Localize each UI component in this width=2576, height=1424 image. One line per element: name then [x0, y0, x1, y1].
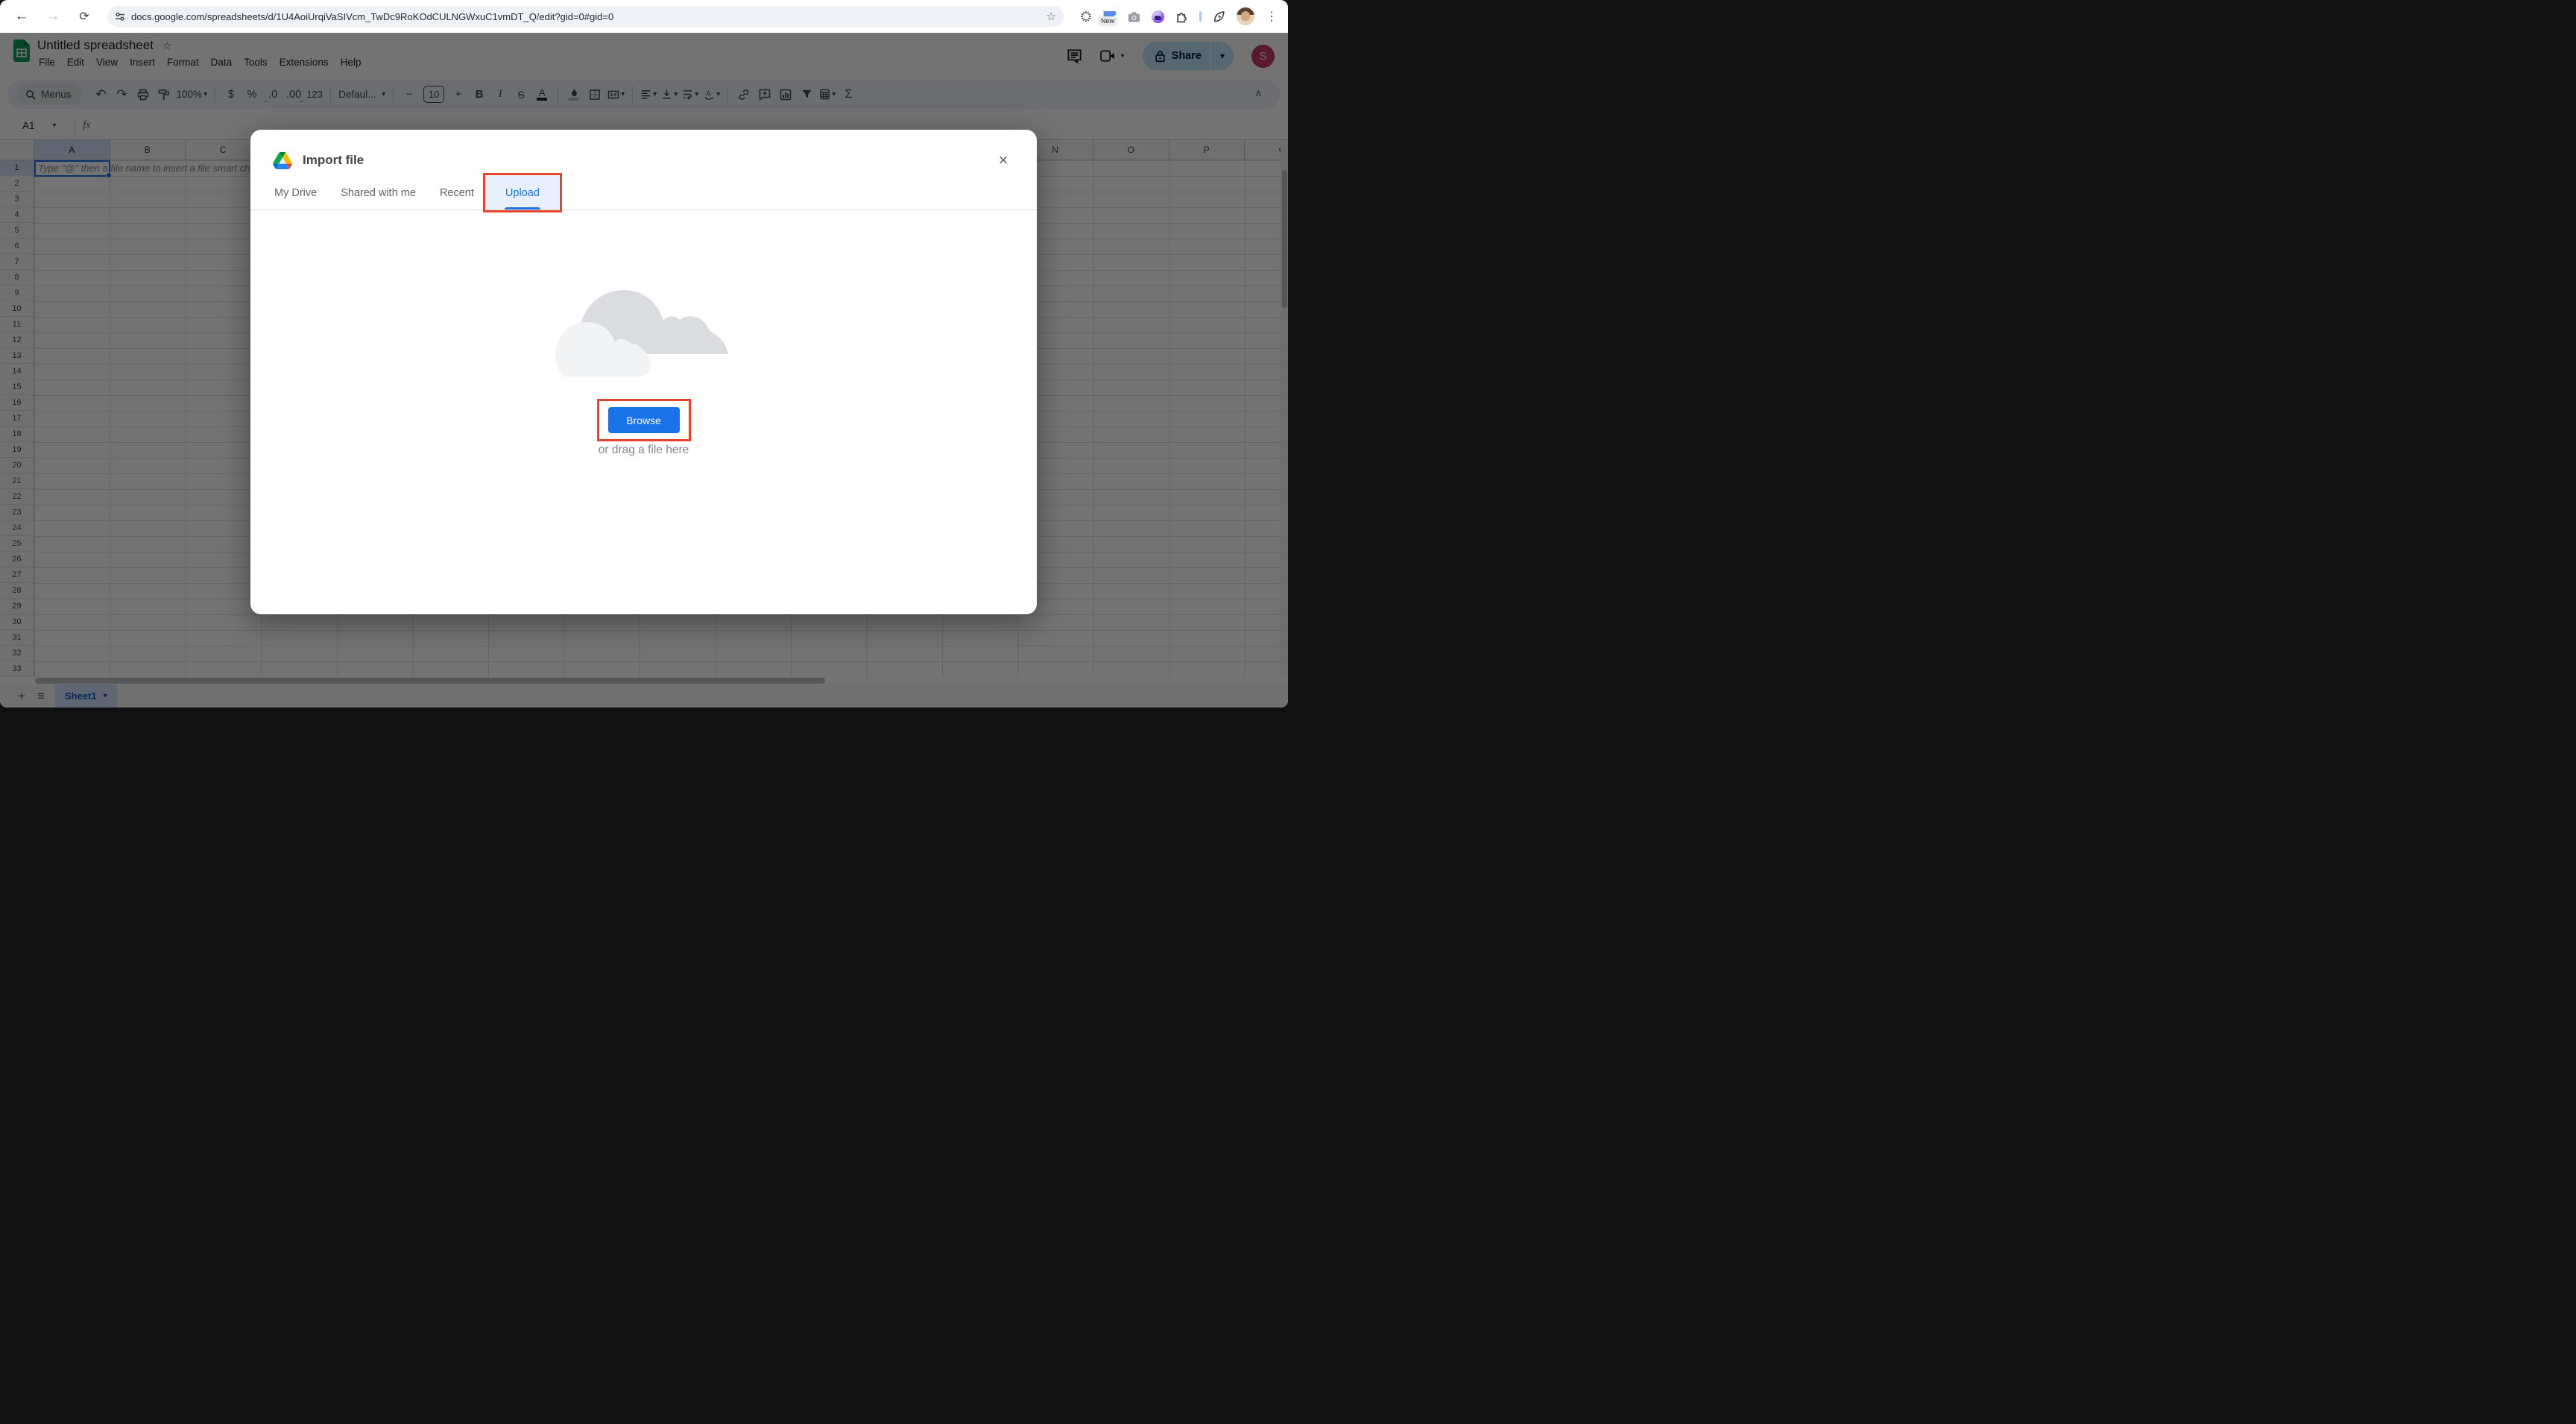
browser-menu-icon[interactable]: ⋮ [1266, 9, 1278, 24]
puzzle-extensions-icon[interactable] [1175, 10, 1188, 23]
profile-avatar[interactable] [1237, 7, 1254, 25]
camera-extension-icon[interactable] [1128, 11, 1140, 22]
tab-upload[interactable]: Upload [486, 176, 559, 209]
cloud-illustration-icon [555, 263, 733, 379]
import-file-dialog: Import file × My Drive Shared with me Rece… [250, 130, 1037, 614]
reload-icon[interactable]: ⟳ [73, 5, 95, 28]
address-bar[interactable]: docs.google.com/spreadsheets/d/1U4AoiUrq… [107, 6, 1064, 27]
new-badge: New [1099, 16, 1117, 25]
close-icon[interactable]: × [992, 149, 1014, 171]
bookmark-star-icon[interactable]: ☆ [1046, 10, 1056, 23]
drag-hint-text: or drag a file here [599, 444, 689, 457]
url-text[interactable]: docs.google.com/spreadsheets/d/1U4AoiUrq… [131, 11, 1041, 22]
battery-saver-leaf-icon[interactable] [1213, 10, 1225, 23]
tab-label: My Drive [274, 187, 317, 199]
dialog-tabs: My Drive Shared with me Recent Upload [250, 176, 1037, 210]
tab-my-drive[interactable]: My Drive [262, 176, 329, 209]
tab-group-divider [1199, 11, 1202, 22]
dialog-body: Browse or drag a file here [250, 210, 1037, 565]
drive-logo-icon [273, 152, 292, 169]
active-tab-underline [505, 207, 540, 209]
new-tab-extension-icon[interactable]: New [1103, 10, 1117, 22]
screen: ← → ⟳ docs.google.com/spreadsheets/d/1U4… [0, 0, 1288, 712]
back-icon[interactable]: ← [10, 5, 33, 28]
forward-icon: → [42, 5, 64, 28]
extensions-area: New [1080, 7, 1278, 25]
dialog-header: Import file × [250, 130, 1037, 171]
tab-label: Upload [505, 187, 540, 199]
tab-recent[interactable]: Recent [428, 176, 486, 209]
purple-extension-icon[interactable] [1152, 10, 1164, 23]
browse-button[interactable]: Browse [608, 407, 680, 433]
tab-shared-with-me[interactable]: Shared with me [329, 176, 428, 209]
dialog-title: Import file [303, 153, 364, 168]
tune-icon[interactable] [115, 11, 125, 22]
browse-annotation-box: Browse [597, 399, 691, 441]
desktop-edge [0, 708, 1288, 712]
spinner-extension-icon[interactable] [1080, 10, 1092, 22]
tab-label: Recent [440, 187, 474, 199]
browser-toolbar: ← → ⟳ docs.google.com/spreadsheets/d/1U4… [0, 0, 1288, 33]
tab-label: Shared with me [341, 187, 416, 199]
